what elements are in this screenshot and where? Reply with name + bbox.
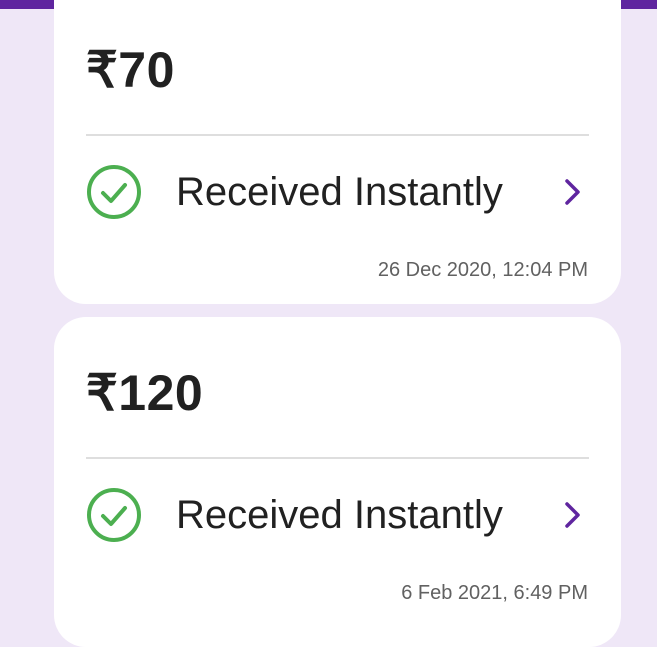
transaction-status: Received Instantly [176,493,503,537]
divider [86,457,589,459]
transaction-timestamp: 26 Dec 2020, 12:04 PM [377,259,588,281]
chevron-right-icon[interactable] [557,176,589,208]
transaction-card[interactable]: ₹120 Received Instantly 6 Feb 2021, 6:49… [54,317,621,647]
divider [86,134,589,136]
chevron-right-icon[interactable] [557,499,589,531]
transaction-amount: ₹120 [86,365,204,421]
check-circle-icon [87,165,141,219]
transaction-status-row[interactable]: Received Instantly [86,164,589,220]
transaction-status-row[interactable]: Received Instantly [86,487,589,543]
check-circle-icon [87,488,141,542]
transaction-status: Received Instantly [176,170,503,214]
transaction-amount: ₹70 [86,42,175,98]
transaction-card[interactable]: ₹70 Received Instantly 26 Dec 2020, 12:0… [54,0,621,304]
transaction-timestamp: 6 Feb 2021, 6:49 PM [401,582,588,604]
